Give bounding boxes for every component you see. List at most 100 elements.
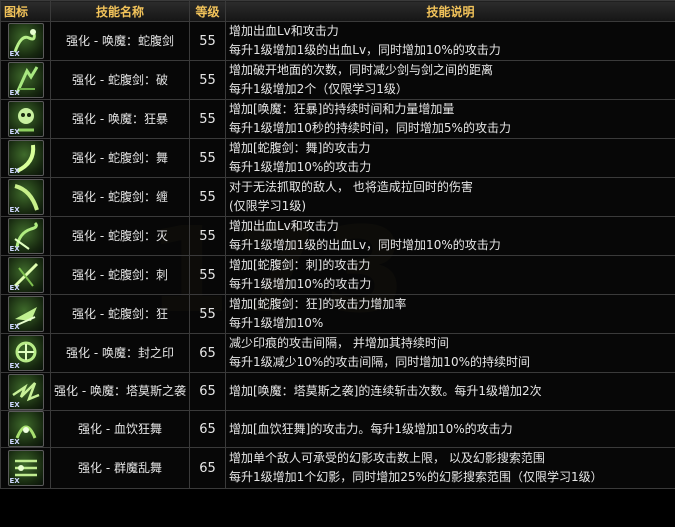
ex-badge: EX — [9, 128, 20, 136]
description-line: 增加[唤魔：塔莫斯之袭]的连续斩击次数。每升1级增加2次 — [229, 384, 542, 398]
skill-level: 55 — [189, 255, 226, 295]
description-line: 增加[蛇腹剑：刺]的攻击力 — [229, 258, 371, 272]
header-icon: 图标 — [0, 0, 51, 22]
skill-icon-cell: EX — [0, 99, 51, 139]
description-line: 每升1级增加10%的攻击力 — [229, 277, 372, 291]
skill-description: 增加[蛇腹剑：刺]的攻击力 每升1级增加10%的攻击力 — [225, 255, 675, 295]
description-line: 增加[蛇腹剑：舞]的攻击力 — [229, 141, 371, 155]
skill-icon-cell: EX — [0, 255, 51, 295]
skill-name: 强化 - 唤魔：封之印 — [50, 333, 190, 373]
ex-badge: EX — [9, 477, 20, 485]
skill-row: EX 强化 - 血饮狂舞 65 增加[血饮狂舞]的攻击力。每升1级增加10%的攻击力 — [0, 410, 675, 448]
skill-row: EX 强化 - 唤魔：狂暴 55 增加[唤魔：狂暴]的持续时间和力量增加量每升1级增加… — [0, 99, 675, 139]
skill-name: 强化 - 蛇腹剑：刺 — [50, 255, 190, 295]
ex-badge: EX — [9, 206, 20, 214]
skill-description: 增加[蛇腹剑：狂]的攻击力增加率 每升1级增加10% — [225, 294, 675, 334]
skill-name: 强化 - 群魔乱舞 — [50, 447, 190, 489]
skill-name: 强化 - 唤魔：蛇腹剑 — [50, 21, 190, 61]
skill-name: 强化 - 蛇腹剑：缠 — [50, 177, 190, 217]
ex-badge: EX — [9, 245, 20, 253]
skill-name: 强化 - 蛇腹剑：灭 — [50, 216, 190, 256]
description-line: 每升1级增加10%的攻击力 — [229, 160, 372, 174]
tamos-raid-icon: EX — [7, 373, 44, 410]
description-line: 对于无法抓取的敌人， 也将造成拉回时的伤害 — [229, 180, 473, 194]
description-line: 每升1级增加1级的出血Lv，同时增加10%的攻击力 — [229, 238, 501, 252]
header-level: 等级 — [189, 0, 226, 22]
skill-row: EX 强化 - 蛇腹剑：狂 55 增加[蛇腹剑：狂]的攻击力增加率 每升1级增加10% — [0, 294, 675, 334]
skill-icon-cell: EX — [0, 60, 51, 100]
ex-badge: EX — [9, 89, 20, 97]
skill-name: 强化 - 唤魔：塔莫斯之袭 — [50, 372, 190, 411]
blood-frenzy-dance-icon: EX — [7, 411, 44, 447]
skill-name: 强化 - 血饮狂舞 — [50, 410, 190, 448]
skill-level: 65 — [189, 410, 226, 448]
skill-description: 增加出血Lv和攻击力每升1级增加1级的出血Lv，同时增加10%的攻击力 — [225, 21, 675, 61]
ex-badge: EX — [9, 50, 20, 58]
serpent-sword-destroy-icon: EX — [7, 218, 44, 254]
skill-icon-cell: EX — [0, 138, 51, 178]
skill-name: 强化 - 蛇腹剑：舞 — [50, 138, 190, 178]
ex-badge: EX — [9, 400, 20, 409]
skill-description: 增加[蛇腹剑：舞]的攻击力 每升1级增加10%的攻击力 — [225, 138, 675, 178]
description-line: 增加出血Lv和攻击力 — [229, 24, 339, 38]
sealing-seal-icon: EX — [7, 335, 44, 371]
skill-level: 55 — [189, 60, 226, 100]
skill-icon-cell: EX — [0, 294, 51, 334]
skill-description: 增加[唤魔：狂暴]的持续时间和力量增加量每升1级增加10秒的持续时间，同时增加5… — [225, 99, 675, 139]
description-line: 每升1级增加1级的出血Lv，同时增加10%的攻击力 — [229, 43, 501, 57]
description-line: 增加[蛇腹剑：狂]的攻击力增加率 — [229, 297, 407, 311]
serpent-sword-summon-icon: EX — [7, 23, 44, 59]
skill-row: EX 强化 - 群魔乱舞 65 增加单个敌人可承受的幻影攻击数上限， 以及幻影搜索范围… — [0, 447, 675, 489]
demon-swarm-dance-icon: EX — [7, 450, 44, 486]
skill-row: EX 强化 - 唤魔：塔莫斯之袭 65 增加[唤魔：塔莫斯之袭]的连续斩击次数。每升1… — [0, 372, 675, 411]
skill-description: 增加破开地面的次数，同时减少剑与剑之间的距离 每升1级增加2个（仅限学习1级） — [225, 60, 675, 100]
skill-level: 55 — [189, 177, 226, 217]
skill-icon-cell: EX — [0, 216, 51, 256]
ex-badge: EX — [9, 362, 20, 370]
ex-badge: EX — [9, 438, 20, 446]
description-line: 增加[唤魔：狂暴]的持续时间和力量增加量 — [229, 102, 455, 116]
skill-level: 55 — [189, 216, 226, 256]
description-line: 每升1级增加10秒的持续时间，同时增加5%的攻击力 — [229, 121, 511, 135]
serpent-sword-frenzy-icon: EX — [7, 296, 44, 332]
skill-row: EX 强化 - 蛇腹剑：缠 55 对于无法抓取的敌人， 也将造成拉回时的伤害 (仅限学习… — [0, 177, 675, 217]
ex-badge: EX — [9, 284, 20, 292]
skill-icon-cell: EX — [0, 333, 51, 373]
skill-name: 强化 - 唤魔：狂暴 — [50, 99, 190, 139]
skill-table: 图标 技能名称 等级 技能说明 EX 强化 - 唤魔：蛇腹剑 55 增加出血Lv和攻击… — [0, 0, 675, 489]
skill-level: 55 — [189, 99, 226, 139]
skill-icon-cell: EX — [0, 177, 51, 217]
skill-level: 55 — [189, 21, 226, 61]
rampage-icon: EX — [7, 101, 44, 137]
skill-level: 65 — [189, 372, 226, 411]
skill-description: 减少印痕的攻击间隔， 并增加其持续时间每升1级减少10%的攻击间隔，同时增加10… — [225, 333, 675, 373]
ex-badge: EX — [9, 167, 20, 175]
skill-icon-cell: EX — [0, 372, 51, 411]
description-line: 每升1级减少10%的攻击间隔，同时增加10%的持续时间 — [229, 355, 530, 369]
table-header-row: 图标 技能名称 等级 技能说明 — [0, 0, 675, 22]
description-line: 增加单个敌人可承受的幻影攻击数上限， 以及幻影搜索范围 — [229, 451, 545, 465]
description-line: 增加[血饮狂舞]的攻击力。每升1级增加10%的攻击力 — [229, 421, 513, 436]
skill-icon-cell: EX — [0, 21, 51, 61]
skill-icon-cell: EX — [0, 447, 51, 489]
skill-row: EX 强化 - 唤魔：蛇腹剑 55 增加出血Lv和攻击力每升1级增加1级的出血Lv，同… — [0, 21, 675, 61]
serpent-sword-break-icon: EX — [7, 62, 44, 98]
skill-description: 增加[血饮狂舞]的攻击力。每升1级增加10%的攻击力 — [225, 410, 675, 448]
skill-level: 55 — [189, 138, 226, 178]
skill-row: EX 强化 - 蛇腹剑：破 55 增加破开地面的次数，同时减少剑与剑之间的距离 每升1级… — [0, 60, 675, 100]
skill-row: EX 强化 - 蛇腹剑：刺 55 增加[蛇腹剑：刺]的攻击力 每升1级增加10%的攻击力 — [0, 255, 675, 295]
description-line: 增加破开地面的次数，同时减少剑与剑之间的距离 — [229, 63, 494, 77]
description-line: 减少印痕的攻击间隔， 并增加其持续时间 — [229, 336, 449, 350]
description-line: (仅限学习1级) — [229, 199, 306, 213]
skill-name: 强化 - 蛇腹剑：破 — [50, 60, 190, 100]
serpent-sword-bind-icon: EX — [7, 179, 44, 215]
skill-description: 增加单个敌人可承受的幻影攻击数上限， 以及幻影搜索范围每升1级增加1个幻影，同时… — [225, 447, 675, 489]
description-line: 每升1级增加1个幻影，同时增加25%的幻影搜索范围（仅限学习1级） — [229, 470, 603, 484]
header-description: 技能说明 — [225, 0, 675, 22]
skill-name: 强化 - 蛇腹剑：狂 — [50, 294, 190, 334]
description-line: 增加出血Lv和攻击力 — [229, 219, 339, 233]
serpent-sword-pierce-icon: EX — [7, 257, 44, 293]
header-skill-name: 技能名称 — [50, 0, 190, 22]
skill-description: 增加[唤魔：塔莫斯之袭]的连续斩击次数。每升1级增加2次 — [225, 372, 675, 411]
skill-row: EX 强化 - 蛇腹剑：舞 55 增加[蛇腹剑：舞]的攻击力 每升1级增加10%的攻击力 — [0, 138, 675, 178]
